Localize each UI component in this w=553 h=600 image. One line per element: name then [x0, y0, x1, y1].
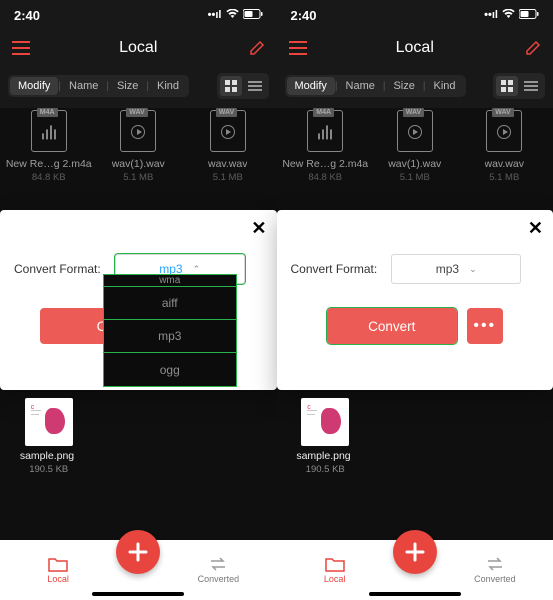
file-name: sample.png: [281, 450, 367, 462]
home-indicator: [92, 592, 184, 596]
sort-size[interactable]: Size: [385, 77, 422, 95]
signal-icon: ••ıl: [208, 9, 222, 21]
file-name: wav.wav: [208, 158, 247, 170]
file-grid: M4A New Re…g 2.m4a 84.8 KB WAV wav(1).wa…: [0, 108, 277, 191]
sort-name[interactable]: Name: [61, 77, 106, 95]
file-item[interactable]: WAV wav.wav 5.1 MB: [183, 108, 273, 183]
file-item[interactable]: WAV wav(1).wav 5.1 MB: [94, 108, 184, 183]
format-option[interactable]: mp3: [104, 320, 236, 353]
format-option[interactable]: aiff: [104, 287, 236, 320]
file-item[interactable]: M4A New Re…g 2.m4a 84.8 KB: [4, 108, 94, 183]
add-button[interactable]: [116, 530, 160, 574]
file-size: 5.1 MB: [123, 172, 153, 183]
convert-icon: [208, 556, 228, 572]
convert-format-label: Convert Format:: [14, 262, 101, 276]
tab-local[interactable]: Local: [277, 556, 393, 584]
file-name: sample.png: [4, 450, 90, 462]
battery-icon: [519, 9, 539, 22]
tab-converted[interactable]: Converted: [437, 556, 553, 584]
menu-icon[interactable]: [289, 41, 307, 55]
status-time: 2:40: [291, 8, 317, 23]
file-size: 5.1 MB: [213, 172, 243, 183]
list-view-icon[interactable]: [244, 76, 266, 96]
sort-kind[interactable]: Kind: [425, 77, 463, 95]
page-title: Local: [396, 39, 434, 57]
grid-view-icon[interactable]: [496, 76, 518, 96]
folder-icon: [48, 556, 68, 572]
status-bar: 2:40 ••ıl: [0, 0, 277, 30]
view-toggle: [217, 73, 269, 99]
list-view-icon[interactable]: [520, 76, 542, 96]
file-name: wav.wav: [485, 158, 524, 170]
file-item[interactable]: c sample.png 190.5 KB: [281, 398, 370, 475]
close-icon[interactable]: ✕: [251, 218, 266, 239]
convert-icon: [485, 556, 505, 572]
toolbar: Modify| Name| Size| Kind: [277, 70, 553, 102]
file-grid: M4A New Re…g 2.m4a 84.8 KB WAV wav(1).wa…: [277, 108, 553, 191]
close-icon[interactable]: ✕: [528, 218, 543, 239]
wifi-icon: [226, 9, 239, 22]
folder-icon: [325, 556, 345, 572]
tab-local[interactable]: Local: [0, 556, 116, 584]
menu-icon[interactable]: [12, 41, 30, 55]
edit-icon[interactable]: [525, 40, 541, 56]
status-icons: ••ıl: [208, 9, 263, 22]
file-item[interactable]: WAV wav(1).wav 5.1 MB: [370, 108, 460, 183]
file-size: 84.8 KB: [308, 172, 342, 183]
file-item[interactable]: M4A New Re…g 2.m4a 84.8 KB: [281, 108, 371, 183]
convert-format-label: Convert Format:: [291, 262, 378, 276]
plus-icon: [404, 541, 426, 563]
chevron-down-icon: ⌄: [469, 264, 477, 275]
screen-left: 2:40 ••ıl Local Modify|: [0, 0, 277, 600]
status-icons: ••ıl: [484, 9, 539, 22]
navbar: Local: [277, 30, 553, 66]
format-select[interactable]: mp3⌄: [391, 254, 521, 284]
page-title: Local: [119, 39, 157, 57]
navbar: Local: [0, 30, 277, 66]
screen-right: 2:40 ••ıl Local Modify| Name| Size| Kind: [277, 0, 553, 600]
sort-modify[interactable]: Modify: [10, 77, 58, 95]
status-time: 2:40: [14, 8, 40, 23]
sort-name[interactable]: Name: [338, 77, 383, 95]
sort-segmented: Modify| Name| Size| Kind: [285, 75, 466, 97]
file-name: New Re…g 2.m4a: [282, 158, 368, 170]
file-item[interactable]: WAV wav.wav 5.1 MB: [460, 108, 550, 183]
format-option[interactable]: wma: [104, 275, 236, 287]
plus-icon: [127, 541, 149, 563]
chevron-up-icon: ⌃: [193, 264, 201, 275]
view-toggle: [493, 73, 545, 99]
sort-size[interactable]: Size: [109, 77, 146, 95]
toolbar: Modify| Name| Size| Kind: [0, 70, 277, 102]
wifi-icon: [502, 9, 515, 22]
file-size: 5.1 MB: [489, 172, 519, 183]
convert-button[interactable]: Convert: [327, 308, 457, 344]
file-size: 5.1 MB: [400, 172, 430, 183]
signal-icon: ••ıl: [484, 9, 498, 21]
file-item[interactable]: c sample.png 190.5 KB: [4, 398, 93, 475]
status-bar: 2:40 ••ıl: [277, 0, 553, 30]
battery-icon: [243, 9, 263, 22]
sort-segmented: Modify| Name| Size| Kind: [8, 75, 189, 97]
tab-converted[interactable]: Converted: [160, 556, 276, 584]
add-button[interactable]: [393, 530, 437, 574]
file-size: 190.5 KB: [281, 464, 370, 475]
more-button[interactable]: •••: [467, 308, 503, 344]
file-size: 190.5 KB: [4, 464, 93, 475]
home-indicator: [369, 592, 461, 596]
sort-modify[interactable]: Modify: [287, 77, 335, 95]
format-dropdown: wma aiff mp3 ogg: [103, 274, 237, 387]
grid-view-icon[interactable]: [220, 76, 242, 96]
edit-icon[interactable]: [249, 40, 265, 56]
file-name: New Re…g 2.m4a: [6, 158, 92, 170]
sort-kind[interactable]: Kind: [149, 77, 187, 95]
file-name: wav(1).wav: [388, 158, 441, 170]
convert-sheet: ✕ Convert Format: mp3⌄ Convert •••: [277, 210, 553, 390]
file-size: 84.8 KB: [32, 172, 66, 183]
format-option[interactable]: ogg: [104, 353, 236, 386]
file-name: wav(1).wav: [112, 158, 165, 170]
